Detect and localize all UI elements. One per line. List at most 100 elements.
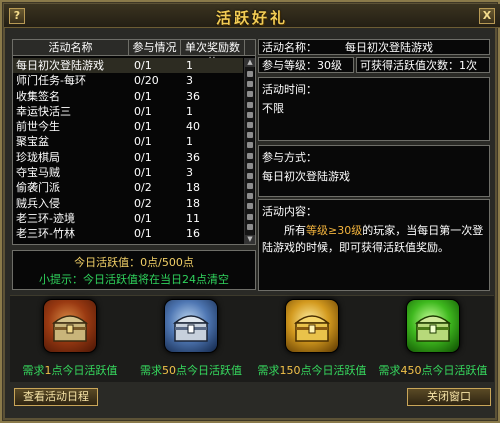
activity-row[interactable]: 夺宝马贼 0/1 3 [13, 165, 243, 180]
reward-tier-4[interactable]: 需求450点今日活跃值 [373, 296, 493, 383]
activity-time-value: 不限 [262, 102, 284, 115]
reset-tip: 小提示：今日活跃值将在当日24点清空 [39, 273, 229, 286]
today-activity-value: 今日活跃值：0点/500点 [13, 254, 255, 270]
activity-name: 老三环-竹林 [16, 227, 75, 241]
activity-row[interactable]: 收集签名 0/1 36 [13, 89, 243, 104]
activity-progress: 0/1 [134, 89, 152, 103]
activity-row[interactable]: 老三环-迹境 0/1 11 [13, 211, 243, 226]
activity-name: 贼兵入侵 [16, 196, 60, 210]
requirement-prefix: 需求 [378, 364, 401, 377]
method-value: 每日初次登陆游戏 [262, 170, 350, 183]
content-text: 所有等级≥30级的玩家，当每日第一次登陆游戏的时候，即可获得活跃值奖励。 [262, 222, 486, 256]
column-header-participation[interactable]: 参与情况 [129, 40, 181, 56]
activity-reward: 1 [186, 59, 193, 72]
scroll-up-icon[interactable]: ▲ [245, 58, 255, 67]
requirement-prefix: 需求 [22, 364, 45, 377]
activity-row[interactable]: 偷袭门派 0/2 18 [13, 180, 243, 195]
activity-row[interactable]: 聚宝盆 0/1 1 [13, 134, 243, 149]
activity-reward: 36 [186, 150, 200, 164]
activity-name: 前世今生 [16, 120, 60, 134]
activity-name: 师门任务-每环 [16, 74, 86, 88]
requirement-points: 1 [44, 364, 52, 377]
scroll-dot [247, 193, 253, 200]
requirement-suffix: 点今日活跃值 [421, 364, 488, 377]
column-header-reward-value[interactable]: 单次奖励数值 [181, 40, 245, 69]
activity-progress: 0/1 [134, 227, 152, 241]
requirement-points: 50 [162, 364, 176, 377]
scroll-dot [247, 121, 253, 128]
activity-row[interactable]: 师门任务-每环 0/20 3 [13, 73, 243, 88]
activity-name: 每日初次登陆游戏 [16, 59, 104, 72]
scroll-dot [247, 81, 253, 88]
activity-progress: 0/1 [134, 150, 152, 164]
count-label: 可获得活跃值次数： [360, 59, 459, 72]
activity-row[interactable]: 前世今生 0/1 40 [13, 119, 243, 134]
close-window-button[interactable]: 关闭窗口 [407, 388, 491, 406]
level-value: 30级 [317, 59, 342, 72]
activity-name: 老三环-迹境 [16, 211, 75, 225]
scroll-dot [247, 203, 253, 210]
activity-time-label: 活动时间： [262, 83, 317, 96]
reward-tier-3[interactable]: 需求150点今日活跃值 [252, 296, 372, 383]
scroll-dot [247, 213, 253, 220]
requirement-prefix: 需求 [257, 364, 280, 377]
silver-treasure-chest-icon[interactable] [165, 300, 217, 352]
activity-rows: 每日初次登陆游戏 0/1 1 师门任务-每环 0/20 3 收集签名 0/1 36 幸运快活… [13, 58, 243, 242]
scroll-dot [247, 71, 253, 77]
activity-name-box: 活动名称： 每日初次登陆游戏 [258, 39, 490, 55]
requirement-points: 150 [279, 364, 301, 377]
scroll-down-icon[interactable]: ▼ [245, 235, 255, 244]
activity-reward: 1 [186, 135, 193, 149]
progress-prefix: 今日活跃值： [74, 256, 141, 269]
requirement-suffix: 点今日活跃值 [176, 364, 242, 377]
activity-progress: 0/2 [134, 181, 152, 195]
requirement-prefix: 需求 [140, 364, 162, 377]
activity-name: 收集签名 [16, 89, 60, 103]
jade-treasure-chest-icon[interactable] [407, 300, 459, 352]
progress-suffix: 点/500点 [147, 256, 194, 269]
bronze-treasure-chest-icon[interactable] [44, 300, 96, 352]
activity-name: 夺宝马贼 [16, 166, 60, 180]
count-value: 1次 [459, 59, 477, 72]
list-scrollbar[interactable]: ▲ ▼ [244, 58, 255, 244]
requirement-suffix: 点今日活跃值 [300, 364, 367, 377]
close-icon[interactable]: X [479, 8, 495, 24]
activity-reward-window: ? 活跃好礼 X 活动名称 参与情况 单次奖励数值 每日初次登陆游戏 0/1 1 师… [0, 0, 500, 423]
activity-row[interactable]: 每日初次登陆游戏 0/1 1 [13, 58, 243, 74]
reward-tier-1[interactable]: 需求1点今日活跃值 [10, 296, 130, 383]
scroll-dot [247, 162, 253, 169]
activity-row[interactable]: 幸运快活三 0/1 1 [13, 104, 243, 119]
scroll-dot [247, 152, 253, 159]
reward-requirement-label: 需求450点今日活跃值 [373, 362, 493, 378]
activity-reward: 40 [186, 120, 200, 134]
activity-progress: 0/20 [134, 74, 159, 88]
activity-row[interactable]: 贼兵入侵 0/2 18 [13, 196, 243, 211]
reward-tier-2[interactable]: 需求50点今日活跃值 [131, 296, 251, 383]
scroll-dot [247, 91, 253, 98]
scroll-dot [247, 132, 253, 139]
view-schedule-button[interactable]: 查看活动日程 [14, 388, 98, 406]
reward-chests-strip: 需求1点今日活跃值 需求50点今日活跃值 需求150点今日活跃值 需求450点今… [10, 295, 494, 382]
content-label: 活动内容： [262, 205, 317, 218]
activity-progress: 0/1 [134, 211, 152, 225]
activity-list-header: 活动名称 参与情况 单次奖励数值 [13, 40, 255, 69]
activity-reward: 18 [186, 181, 200, 195]
activity-row[interactable]: 老三环-竹林 0/1 16 [13, 226, 243, 241]
level-requirement-box: 参与等级：30级 [258, 57, 354, 73]
activity-progress: 0/1 [134, 120, 152, 134]
requirement-suffix: 点今日活跃值 [51, 364, 118, 377]
activity-row[interactable]: 珍珑棋局 0/1 36 [13, 150, 243, 165]
activity-reward: 1 [186, 104, 193, 118]
activity-reward: 18 [186, 196, 200, 210]
content-level: 等级≥30级 [306, 224, 363, 237]
scroll-dot [247, 223, 253, 230]
activity-count-box: 可获得活跃值次数：1次 [356, 57, 490, 73]
title-bar: ? 活跃好礼 X [4, 4, 500, 28]
level-label: 参与等级： [262, 59, 317, 72]
activity-reward: 11 [186, 211, 200, 225]
column-header-activity-name[interactable]: 活动名称 [13, 40, 129, 56]
scrollbar-track[interactable] [246, 71, 254, 234]
reward-requirement-label: 需求150点今日活跃值 [252, 362, 372, 378]
scroll-dot [247, 172, 253, 179]
gold-treasure-chest-icon[interactable] [286, 300, 338, 352]
